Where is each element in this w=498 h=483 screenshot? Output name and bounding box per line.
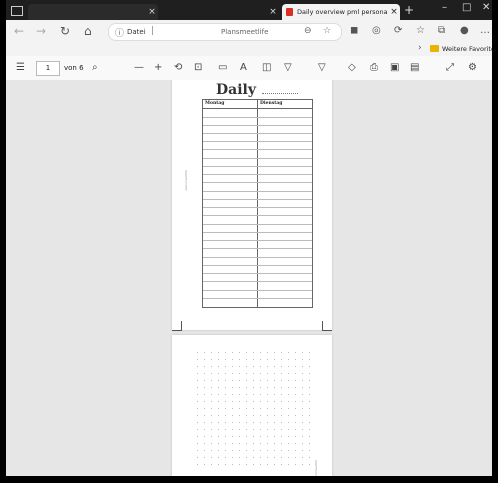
more-icon[interactable]: … <box>480 25 490 36</box>
grid-row-line <box>203 256 312 258</box>
tab-2-close-icon[interactable]: × <box>267 7 279 17</box>
grid-row-line <box>203 264 312 266</box>
tab-active-close-icon[interactable]: × <box>388 7 400 17</box>
address-separator: | <box>151 26 155 36</box>
print-icon[interactable]: ⎙ <box>370 62 378 73</box>
tab-1-close-icon[interactable]: × <box>146 7 158 17</box>
extension-icon[interactable]: ◼ <box>350 25 358 36</box>
new-tab-icon[interactable]: + <box>404 3 414 17</box>
grid-row-line <box>203 215 312 217</box>
eraser-icon[interactable]: ◇ <box>348 62 356 73</box>
document-title: Daily <box>216 82 256 98</box>
shield-icon[interactable]: ◎ <box>372 25 381 36</box>
planner-grid: Montag Dienstag <box>202 99 313 308</box>
favorites-folder-label[interactable]: Weitere Favoriten <box>442 45 492 53</box>
zoom-out-icon[interactable]: — <box>134 62 144 73</box>
draw-icon[interactable]: ▽ <box>318 62 326 73</box>
fullscreen-icon[interactable]: ⤢ <box>446 62 454 73</box>
contents-icon[interactable]: ☰ <box>16 62 25 73</box>
grid-row-line <box>203 133 312 134</box>
column-header-1: Montag <box>205 101 225 106</box>
reader-icon[interactable]: ◫ <box>262 62 271 73</box>
side-logo-2: plansmeetlife <box>314 460 318 476</box>
grid-row-line <box>203 165 312 167</box>
grid-row-line <box>203 124 312 126</box>
grid-row-line <box>203 240 312 242</box>
favorites-bar: › Weitere Favoriten <box>6 42 492 56</box>
browser-window: × × Daily overview pml personal si × + –… <box>6 0 492 476</box>
sync-icon[interactable]: ⟳ <box>394 25 402 36</box>
pdf-file-icon <box>286 8 293 16</box>
grid-row-line <box>203 157 312 159</box>
grid-row-line <box>203 281 312 283</box>
address-field[interactable]: ⓘ Datei | Plansmeetlife ⊖ ☆ <box>108 23 342 41</box>
address-scheme-label: Datei <box>127 28 146 36</box>
grid-row-line <box>203 116 312 118</box>
grid-row-line <box>203 108 312 110</box>
read-aloud-icon[interactable]: A <box>240 62 247 73</box>
info-icon[interactable]: ⓘ <box>115 26 124 39</box>
address-url-text: Plansmeetlife <box>221 28 269 36</box>
avatar[interactable]: ● <box>460 25 469 36</box>
pdf-page-1: Daily plansmeetlife Montag Dienstag <box>172 80 332 330</box>
save-as-icon[interactable]: ▤ <box>410 62 419 73</box>
pdf-toolbar: ☰ 1 von 6 ⌕ — + ⟲ ⊡ ▭ A ◫ ▽ ▽ ◇ ⎙ ▣ ▤ ⤢ … <box>6 56 492 81</box>
crop-mark <box>172 321 182 331</box>
refresh-icon[interactable]: ↻ <box>60 24 70 38</box>
grid-row-line <box>203 198 312 200</box>
rotate-icon[interactable]: ⟲ <box>174 62 182 73</box>
fit-page-icon[interactable]: ⊡ <box>194 62 202 73</box>
grid-row-line <box>203 182 312 184</box>
favorite-star-icon[interactable]: ☆ <box>323 26 331 36</box>
pdf-page-2: plansmeetlife <box>172 335 332 476</box>
folder-icon <box>430 45 439 52</box>
settings-icon[interactable]: ⚙ <box>468 62 477 73</box>
favorites-icon[interactable]: ☆ <box>416 25 425 36</box>
column-divider <box>257 100 258 307</box>
tab-1[interactable]: × <box>28 4 158 20</box>
page-number-input[interactable]: 1 <box>36 61 60 76</box>
grid-row-line <box>203 190 312 192</box>
tab-active[interactable]: Daily overview pml personal si × <box>282 4 400 20</box>
highlight-icon[interactable]: ▽ <box>284 62 292 73</box>
collections-icon[interactable]: ⧉ <box>438 25 445 36</box>
tab-active-label: Daily overview pml personal si <box>297 8 388 16</box>
zoom-in-icon[interactable]: + <box>154 62 162 73</box>
back-icon[interactable]: ← <box>14 24 24 38</box>
grid-row-line <box>203 273 312 274</box>
side-logo: plansmeetlife <box>184 170 188 191</box>
maximize-button[interactable]: □ <box>462 2 471 13</box>
grid-row-line <box>203 231 312 233</box>
page-count-label: von 6 <box>64 64 84 72</box>
minimize-button[interactable]: – <box>442 2 447 13</box>
tab-actions-icon[interactable] <box>11 6 23 16</box>
zoom-indicator-icon[interactable]: ⊖ <box>304 26 312 36</box>
grid-row-line <box>203 174 312 176</box>
forward-icon[interactable]: → <box>36 24 46 38</box>
pdf-viewer[interactable]: Daily plansmeetlife Montag Dienstag plan… <box>6 80 492 476</box>
dot-grid <box>194 349 310 469</box>
grid-row-line <box>203 223 312 225</box>
chevron-right-icon[interactable]: › <box>418 43 422 53</box>
tab-bar: × × Daily overview pml personal si × + –… <box>6 0 492 20</box>
home-icon[interactable]: ⌂ <box>84 24 92 38</box>
grid-row-line <box>203 289 312 291</box>
grid-row-line <box>203 141 312 143</box>
search-icon[interactable]: ⌕ <box>92 62 98 73</box>
grid-row-line <box>203 248 312 250</box>
column-header-2: Dienstag <box>260 101 283 106</box>
address-bar-row: ← → ↻ ⌂ ⓘ Datei | Plansmeetlife ⊖ ☆ ◼ ◎ … <box>6 20 492 42</box>
close-window-button[interactable]: ✕ <box>482 2 490 13</box>
page-view-icon[interactable]: ▭ <box>218 62 227 73</box>
document-title-decoration <box>262 93 298 97</box>
grid-row-line <box>203 297 312 299</box>
crop-mark <box>322 321 332 331</box>
save-icon[interactable]: ▣ <box>390 62 399 73</box>
grid-row-line <box>203 207 312 209</box>
grid-row-line <box>203 149 312 151</box>
tab-2[interactable]: × <box>161 4 279 20</box>
